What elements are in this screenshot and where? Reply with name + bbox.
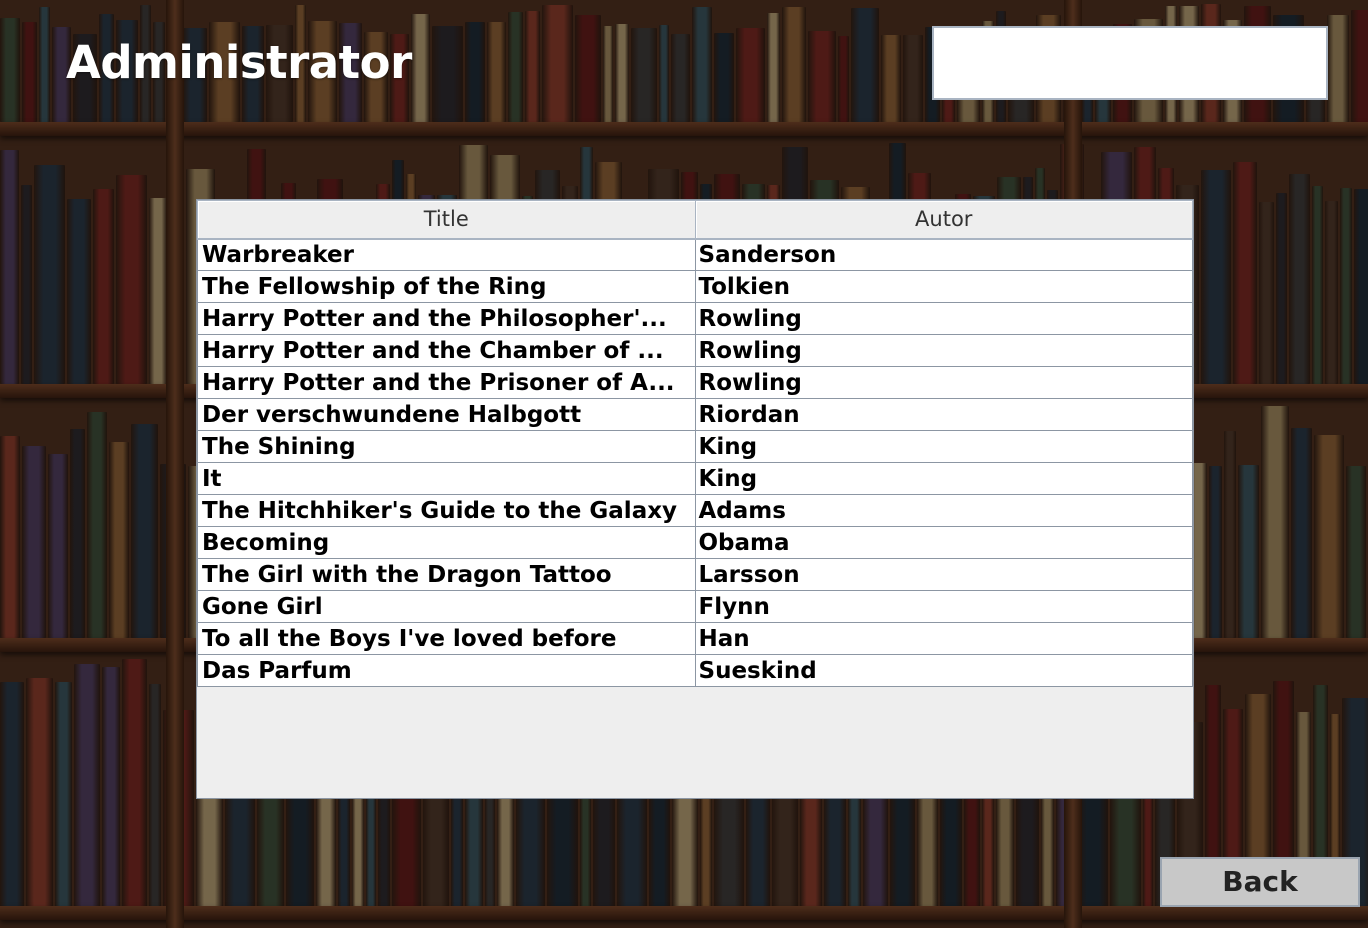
cell-title[interactable]: It bbox=[197, 462, 696, 495]
table-row[interactable]: It King bbox=[197, 462, 1193, 495]
table-row[interactable]: Das Parfum Sueskind bbox=[197, 654, 1193, 687]
cell-title[interactable]: To all the Boys I've loved before bbox=[197, 622, 696, 655]
table-row[interactable]: The Fellowship of the Ring Tolkien bbox=[197, 270, 1193, 303]
cell-autor[interactable]: Larsson bbox=[694, 558, 1193, 591]
back-button[interactable]: Back bbox=[1160, 857, 1360, 907]
table-row[interactable]: Harry Potter and the Prisoner of A... Row… bbox=[197, 366, 1193, 399]
cell-autor[interactable]: Riordan bbox=[694, 398, 1193, 431]
cell-autor[interactable]: Rowling bbox=[694, 334, 1193, 367]
cell-autor[interactable]: King bbox=[694, 430, 1193, 463]
cell-title[interactable]: Becoming bbox=[197, 526, 696, 559]
cell-autor[interactable]: Flynn bbox=[694, 590, 1193, 623]
table-row[interactable]: Harry Potter and the Chamber of ... Rowli… bbox=[197, 334, 1193, 367]
page-title: Administrator bbox=[66, 36, 412, 89]
table-row[interactable]: The Hitchhiker's Guide to the Galaxy Adam… bbox=[197, 494, 1193, 527]
cell-autor[interactable]: Tolkien bbox=[694, 270, 1193, 303]
cell-title[interactable]: Harry Potter and the Philosopher'... bbox=[197, 302, 696, 335]
table-row[interactable]: Becoming Obama bbox=[197, 526, 1193, 559]
cell-autor[interactable]: Sueskind bbox=[694, 654, 1193, 687]
table-row[interactable]: The Shining King bbox=[197, 430, 1193, 463]
text-input-field[interactable] bbox=[932, 26, 1328, 100]
cell-autor[interactable]: Sanderson bbox=[694, 238, 1193, 271]
cell-autor[interactable]: Rowling bbox=[694, 366, 1193, 399]
books-table[interactable]: Title Autor Warbreaker Sanderson The Fello… bbox=[196, 199, 1194, 799]
column-header-title[interactable]: Title bbox=[197, 200, 696, 240]
cell-title[interactable]: Harry Potter and the Chamber of ... bbox=[197, 334, 696, 367]
table-body: Warbreaker Sanderson The Fellowship of the… bbox=[197, 238, 1193, 687]
books-table-grid: Title Autor Warbreaker Sanderson The Fello… bbox=[197, 200, 1193, 687]
table-row[interactable]: Harry Potter and the Philosopher'... Rowl… bbox=[197, 302, 1193, 335]
cell-autor[interactable]: Han bbox=[694, 622, 1193, 655]
table-row[interactable]: Der verschwundene Halbgott Riordan bbox=[197, 398, 1193, 431]
cell-title[interactable]: The Girl with the Dragon Tattoo bbox=[197, 558, 696, 591]
cell-autor[interactable]: King bbox=[694, 462, 1193, 495]
cell-title[interactable]: Harry Potter and the Prisoner of A... bbox=[197, 366, 696, 399]
table-row[interactable]: Gone Girl Flynn bbox=[197, 590, 1193, 623]
cell-title[interactable]: The Shining bbox=[197, 430, 696, 463]
table-header-row: Title Autor bbox=[197, 200, 1193, 240]
column-header-autor[interactable]: Autor bbox=[694, 200, 1193, 240]
cell-autor[interactable]: Obama bbox=[694, 526, 1193, 559]
cell-autor[interactable]: Rowling bbox=[694, 302, 1193, 335]
table-row[interactable]: To all the Boys I've loved before Han bbox=[197, 622, 1193, 655]
cell-title[interactable]: The Hitchhiker's Guide to the Galaxy bbox=[197, 494, 696, 527]
cell-autor[interactable]: Adams bbox=[694, 494, 1193, 527]
table-row[interactable]: The Girl with the Dragon Tattoo Larsson bbox=[197, 558, 1193, 591]
cell-title[interactable]: Gone Girl bbox=[197, 590, 696, 623]
cell-title[interactable]: Der verschwundene Halbgott bbox=[197, 398, 696, 431]
cell-title[interactable]: The Fellowship of the Ring bbox=[197, 270, 696, 303]
cell-title[interactable]: Warbreaker bbox=[197, 238, 696, 271]
table-row[interactable]: Warbreaker Sanderson bbox=[197, 238, 1193, 271]
cell-title[interactable]: Das Parfum bbox=[197, 654, 696, 687]
